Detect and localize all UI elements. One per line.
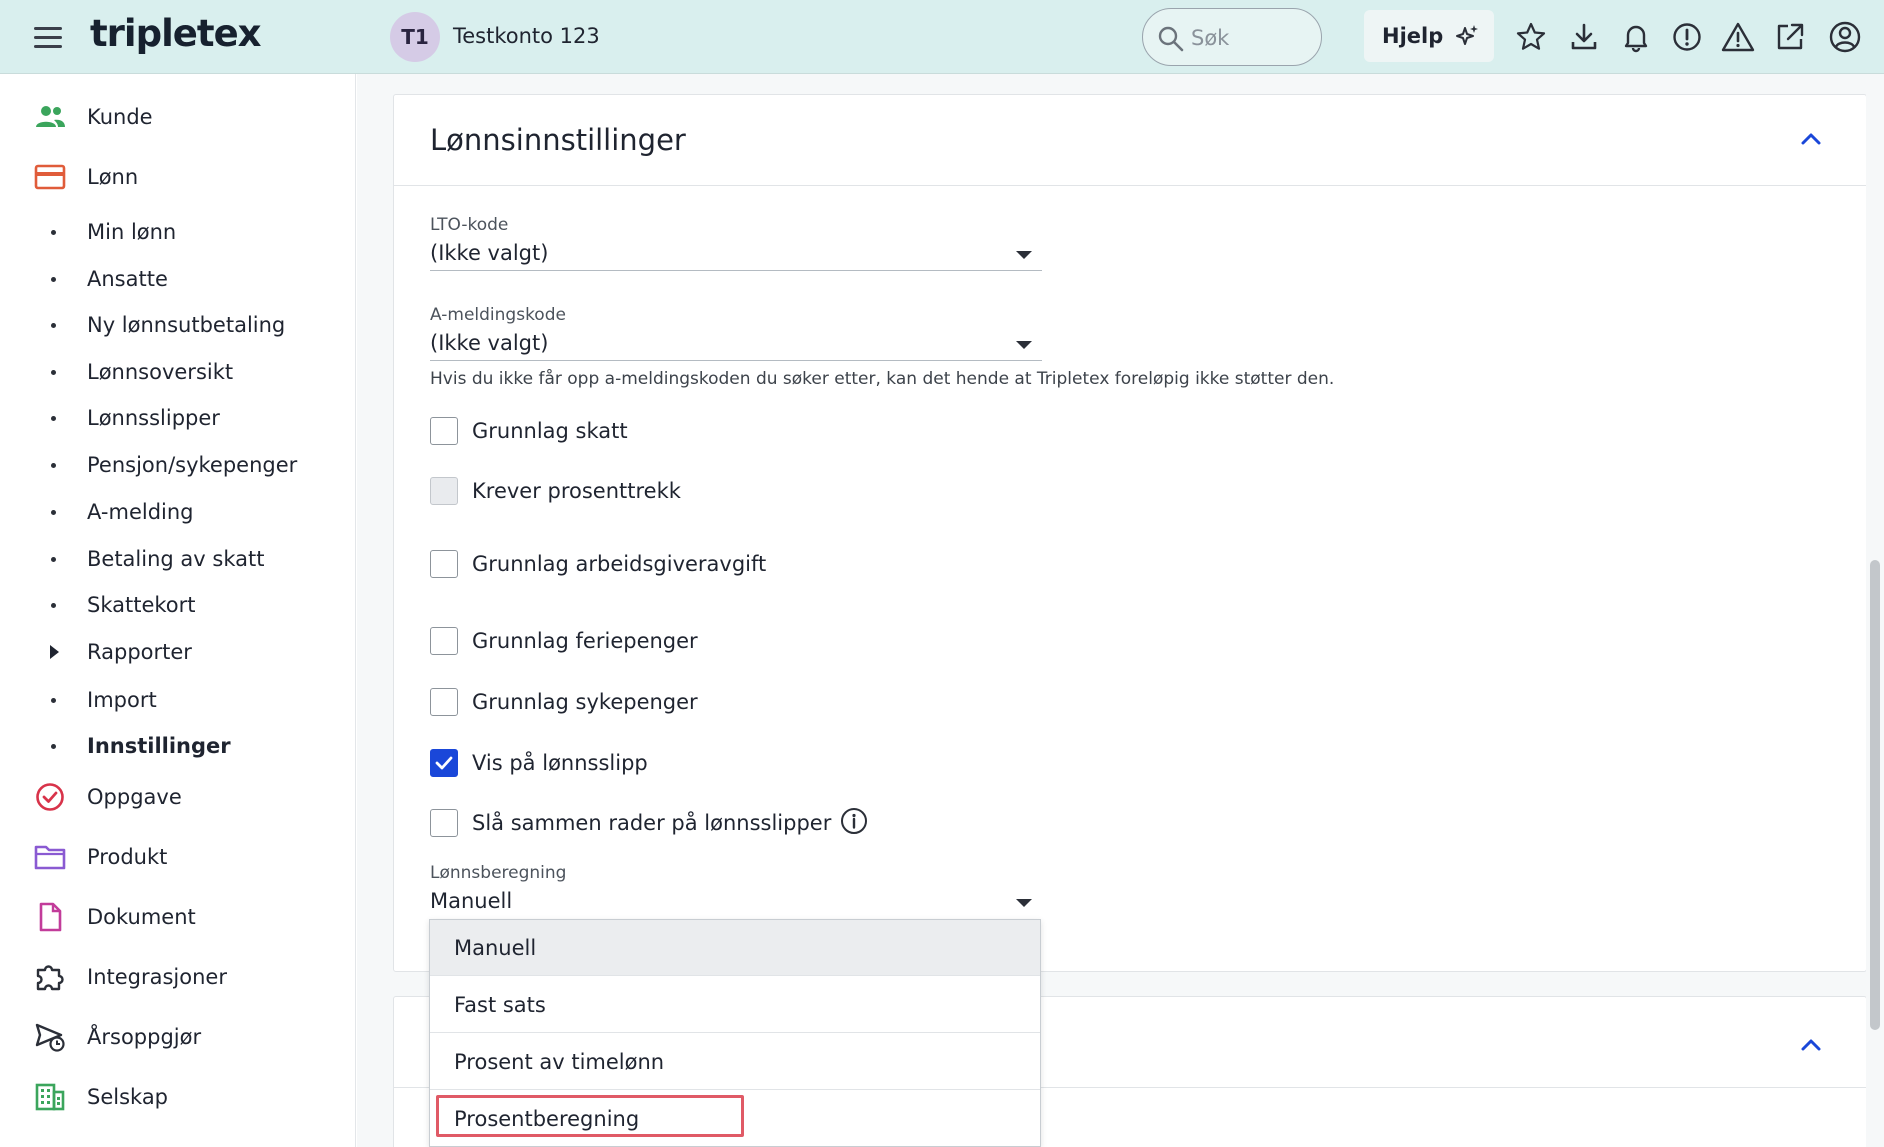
sidebar-subitem-betaling-av-skatt[interactable]: Betaling av skatt <box>0 539 356 579</box>
divider <box>394 185 1866 186</box>
salary-settings-card: Lønnsinnstillinger LTO-kode (Ikke valgt)… <box>393 94 1867 972</box>
amelding-select[interactable]: (Ikke valgt) <box>430 329 1042 361</box>
calc-dropdown-menu: Manuell Fast sats Prosent av timelønn Pr… <box>429 919 1041 1147</box>
sidebar-subitem-skattekort[interactable]: Skattekort <box>0 585 356 625</box>
star-icon[interactable] <box>1514 20 1548 54</box>
sidebar-item-produkt[interactable]: Produkt <box>0 834 356 880</box>
sidebar-item-kunde[interactable]: Kunde <box>0 94 356 140</box>
logo[interactable]: tripletex <box>90 12 262 55</box>
payroll-card-icon <box>34 164 66 190</box>
help-label: Hjelp <box>1382 24 1444 48</box>
menu-icon[interactable] <box>30 25 66 51</box>
checkmark-icon <box>435 756 453 770</box>
sidebar-item-integrasjoner[interactable]: Integrasjoner <box>0 954 356 1000</box>
sparkle-icon <box>1456 25 1479 45</box>
alert-circle-icon[interactable] <box>1670 20 1704 54</box>
expand-arrow-icon <box>50 645 59 659</box>
chevron-up-icon[interactable] <box>1798 129 1824 149</box>
sidebar-item-lonn[interactable]: Lønn <box>0 154 356 200</box>
warning-icon[interactable] <box>1721 20 1755 54</box>
checkbox-sla-sammen-rader[interactable]: Slå sammen rader på lønnsslipper <box>430 807 869 839</box>
send-clock-icon <box>35 1023 65 1052</box>
sidebar-subitem-ansatte[interactable]: Ansatte <box>0 259 356 299</box>
sidebar-item-oppgave[interactable]: Oppgave <box>0 774 356 820</box>
search-box[interactable] <box>1142 8 1322 66</box>
checkbox-krever-prosenttrekk[interactable]: Krever prosenttrekk <box>430 475 681 507</box>
external-link-icon[interactable] <box>1773 20 1807 54</box>
caret-down-icon <box>1016 251 1032 259</box>
option-prosentberegning[interactable]: Prosentberegning <box>430 1091 1040 1147</box>
amelding-label: A-meldingskode <box>430 305 566 325</box>
bell-icon[interactable] <box>1619 20 1653 54</box>
lto-label: LTO-kode <box>430 215 509 235</box>
checkbox-grunnlag-arbeidsgiveravgift[interactable]: Grunnlag arbeidsgiveravgift <box>430 548 766 580</box>
caret-down-icon <box>1016 899 1032 907</box>
option-manuell[interactable]: Manuell <box>430 920 1040 976</box>
calc-select[interactable]: Manuell <box>430 887 1042 919</box>
option-prosent-av-timelonn[interactable]: Prosent av timelønn <box>430 1034 1040 1090</box>
amelding-hint: Hvis du ikke får opp a-meldingskoden du … <box>430 369 1335 389</box>
folder-icon <box>34 845 66 870</box>
document-icon <box>39 902 62 932</box>
download-icon[interactable] <box>1567 20 1601 54</box>
sidebar-subitem-import[interactable]: Import <box>0 680 356 720</box>
option-fast-sats[interactable]: Fast sats <box>430 977 1040 1033</box>
sidebar-subitem-a-melding[interactable]: A-melding <box>0 492 356 532</box>
top-bar: tripletex T1 Testkonto 123 Hjelp <box>0 0 1884 74</box>
checkbox-grunnlag-skatt[interactable]: Grunnlag skatt <box>430 415 628 447</box>
sidebar-subitem-ny-lonnsutbetaling[interactable]: Ny lønnsutbetaling <box>0 305 356 345</box>
account-name[interactable]: Testkonto 123 <box>453 24 600 48</box>
checkbox-grunnlag-feriepenger[interactable]: Grunnlag feriepenger <box>430 625 698 657</box>
sidebar-item-dokument[interactable]: Dokument <box>0 894 356 940</box>
chevron-up-icon[interactable] <box>1798 1035 1824 1055</box>
account-avatar[interactable]: T1 <box>390 12 440 62</box>
main-content: Lønnsinnstillinger LTO-kode (Ikke valgt)… <box>357 74 1884 1147</box>
search-input[interactable] <box>1191 23 1311 53</box>
scrollbar[interactable] <box>1866 74 1884 1147</box>
calc-label: Lønnsberegning <box>430 863 567 883</box>
checkbox-vis-pa-lonnsslipp[interactable]: Vis på lønnsslipp <box>430 747 648 779</box>
caret-down-icon <box>1016 341 1032 349</box>
info-icon[interactable] <box>839 808 869 838</box>
sidebar: Kunde Lønn Min lønn Ansatte Ny lønnsutbe… <box>0 74 356 1147</box>
card-title: Lønnsinnstillinger <box>430 123 686 157</box>
sidebar-subitem-pensjon[interactable]: Pensjon/sykepenger <box>0 445 356 485</box>
sidebar-subitem-lonnsoversikt[interactable]: Lønnsoversikt <box>0 352 356 392</box>
task-check-icon <box>36 783 64 811</box>
checkbox-grunnlag-sykepenger[interactable]: Grunnlag sykepenger <box>430 686 698 718</box>
lto-select[interactable]: (Ikke valgt) <box>430 239 1042 271</box>
sidebar-subitem-min-lonn[interactable]: Min lønn <box>0 212 356 252</box>
help-button[interactable]: Hjelp <box>1364 10 1494 62</box>
user-profile-icon[interactable] <box>1828 20 1862 54</box>
sidebar-subitem-lonnsslipper[interactable]: Lønnsslipper <box>0 398 356 438</box>
users-icon <box>36 106 65 127</box>
sidebar-subitem-rapporter[interactable]: Rapporter <box>0 632 356 672</box>
sidebar-item-selskap[interactable]: Selskap <box>0 1074 356 1120</box>
puzzle-icon <box>36 965 64 991</box>
scrollbar-thumb[interactable] <box>1870 560 1880 1030</box>
sidebar-subitem-innstillinger[interactable]: Innstillinger <box>0 726 356 766</box>
building-icon <box>35 1083 65 1111</box>
sidebar-item-arsoppgjor[interactable]: Årsoppgjør <box>0 1014 356 1060</box>
search-icon <box>1158 26 1184 52</box>
